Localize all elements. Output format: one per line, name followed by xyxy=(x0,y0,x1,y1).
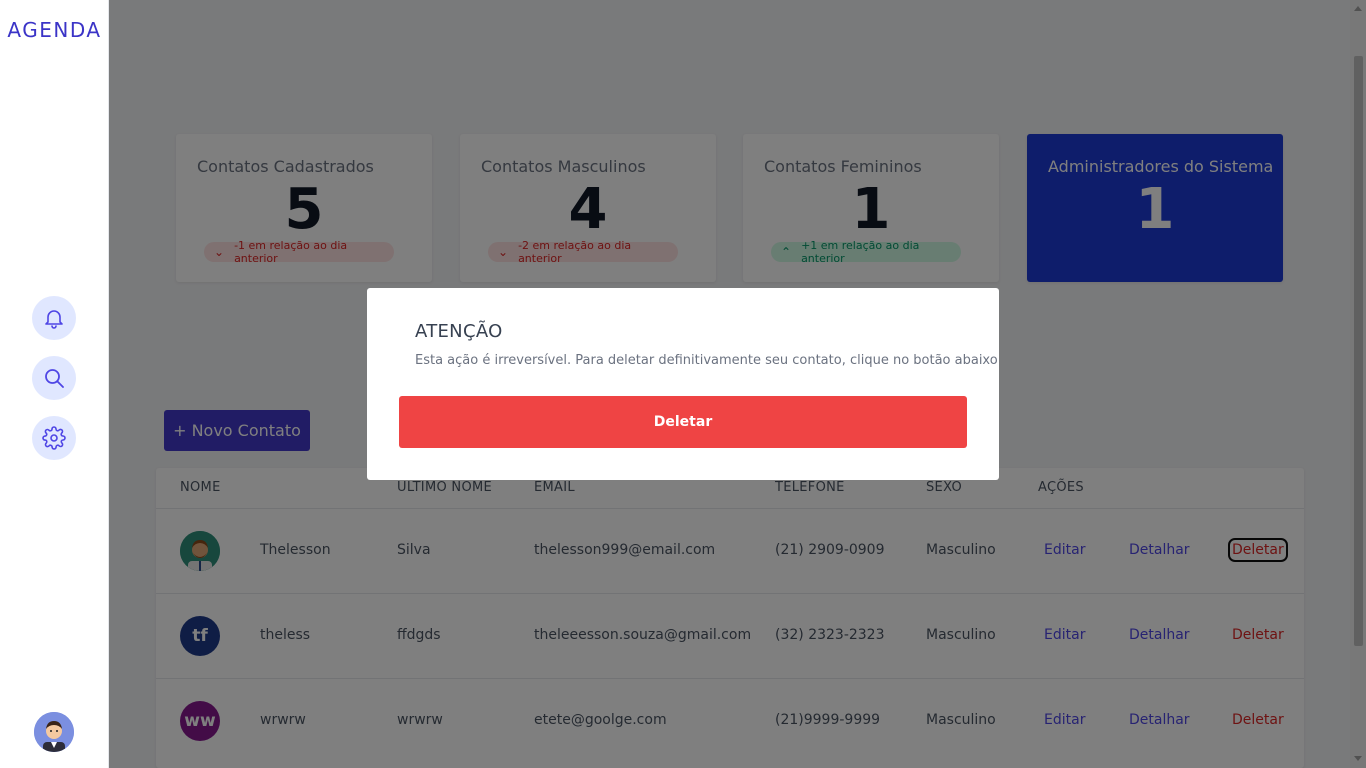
sidebar: AGENDA xyxy=(0,0,109,768)
notifications-button[interactable] xyxy=(32,296,76,340)
confirm-delete-button[interactable]: Deletar xyxy=(399,396,967,448)
modal-title: ATENÇÃO xyxy=(415,321,503,342)
search-icon xyxy=(45,369,64,388)
user-avatar-image xyxy=(34,712,74,752)
modal-message: Esta ação é irreversível. Para deletar d… xyxy=(415,353,998,368)
bell-icon xyxy=(45,310,63,329)
settings-button[interactable] xyxy=(32,416,76,460)
user-avatar[interactable] xyxy=(34,712,74,752)
search-button[interactable] xyxy=(32,356,76,400)
delete-confirm-modal: ATENÇÃO Esta ação é irreversível. Para d… xyxy=(367,288,999,480)
gear-icon xyxy=(42,426,66,450)
app-logo[interactable]: AGENDA xyxy=(0,18,109,42)
